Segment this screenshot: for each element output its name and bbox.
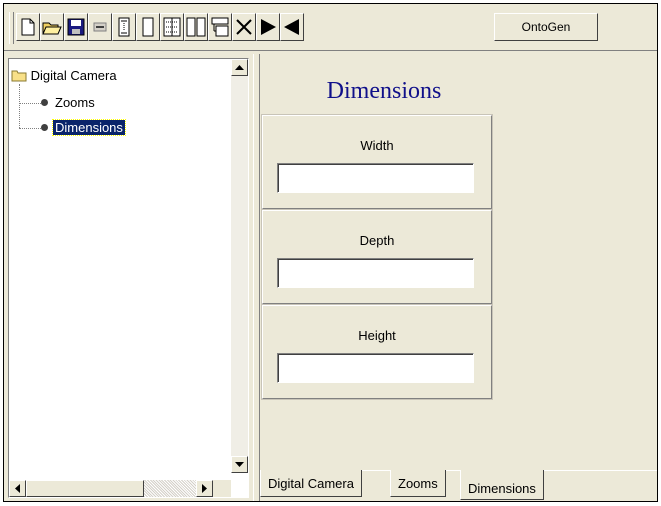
depth-input[interactable] xyxy=(277,258,474,288)
vertical-bar-icon xyxy=(118,17,130,37)
vertical-bar-button[interactable] xyxy=(112,13,136,41)
tree-root-label: Digital Camera xyxy=(30,68,117,83)
scroll-up-button[interactable] xyxy=(231,59,248,76)
tree-connector xyxy=(19,103,41,104)
new-document-icon xyxy=(21,18,35,36)
panel-icon xyxy=(142,17,154,37)
delete-button[interactable] xyxy=(232,13,256,41)
play-forward-button[interactable] xyxy=(256,13,280,41)
field-label: Depth xyxy=(359,233,395,248)
tab-dimensions[interactable]: Dimensions xyxy=(460,470,544,500)
arrow-right-icon xyxy=(201,484,207,493)
columns-button[interactable] xyxy=(184,13,208,41)
scroll-right-button[interactable] xyxy=(196,480,213,497)
horizontal-scrollbar[interactable] xyxy=(9,480,231,497)
field-width: Width xyxy=(261,114,493,210)
tree-connector xyxy=(19,128,41,129)
save-button[interactable] xyxy=(64,13,88,41)
open-folder-button[interactable] xyxy=(40,13,64,41)
tree-item-dimensions[interactable]: Dimensions xyxy=(52,119,126,136)
scroll-thumb[interactable] xyxy=(26,480,144,497)
tree-view[interactable]: Digital Camera Zooms Dimensions xyxy=(8,58,249,498)
save-disk-icon xyxy=(67,18,85,36)
field-depth: Depth xyxy=(261,209,493,305)
toolbar: OntoGen xyxy=(4,4,657,51)
play-forward-icon xyxy=(261,19,276,35)
tree-root[interactable]: Digital Camera xyxy=(11,68,117,84)
tree-layout-button[interactable] xyxy=(208,13,232,41)
arrow-left-icon xyxy=(14,484,20,493)
horizontal-bar-icon xyxy=(93,22,107,32)
columns-icon xyxy=(186,17,206,37)
tab-strip: Digital Camera Zooms Dimensions xyxy=(260,470,657,500)
scroll-left-button[interactable] xyxy=(9,480,26,497)
tab-zooms[interactable]: Zooms xyxy=(390,470,446,497)
pane-splitter[interactable] xyxy=(253,54,260,501)
grid-icon xyxy=(163,17,181,37)
field-label: Width xyxy=(360,138,394,153)
scroll-down-button[interactable] xyxy=(231,456,248,473)
tab-digital-camera[interactable]: Digital Camera xyxy=(260,470,362,497)
tree-item-zooms[interactable]: Zooms xyxy=(55,95,95,111)
arrow-down-icon xyxy=(235,461,244,467)
tree-item-label: Dimensions xyxy=(52,119,126,136)
arrow-up-icon xyxy=(235,64,244,70)
node-bullet-icon xyxy=(41,124,48,131)
field-height: Height xyxy=(261,304,493,400)
scroll-track[interactable] xyxy=(144,480,196,497)
toolbar-grip[interactable] xyxy=(9,12,14,44)
tree-item-label: Zooms xyxy=(55,95,95,110)
tree-connector xyxy=(19,84,20,128)
open-folder-icon xyxy=(42,22,62,35)
height-input[interactable] xyxy=(277,353,474,383)
app-window: OntoGen Digital Camera Zooms Dimensions xyxy=(3,3,658,502)
new-document-button[interactable] xyxy=(16,13,40,41)
field-label: Height xyxy=(358,328,396,343)
width-input[interactable] xyxy=(277,163,474,193)
node-bullet-icon xyxy=(41,99,48,106)
vertical-scrollbar[interactable] xyxy=(231,59,248,473)
play-back-button[interactable] xyxy=(280,13,304,41)
grid-button[interactable] xyxy=(160,13,184,41)
form-title: Dimensions xyxy=(326,78,442,104)
tree-layout-icon xyxy=(211,17,229,37)
panel-button[interactable] xyxy=(136,13,160,41)
folder-icon xyxy=(11,70,27,82)
play-back-icon xyxy=(284,19,299,35)
horizontal-bar-button[interactable] xyxy=(88,13,112,41)
ontogen-button[interactable]: OntoGen xyxy=(494,13,598,41)
delete-x-icon xyxy=(236,19,252,35)
